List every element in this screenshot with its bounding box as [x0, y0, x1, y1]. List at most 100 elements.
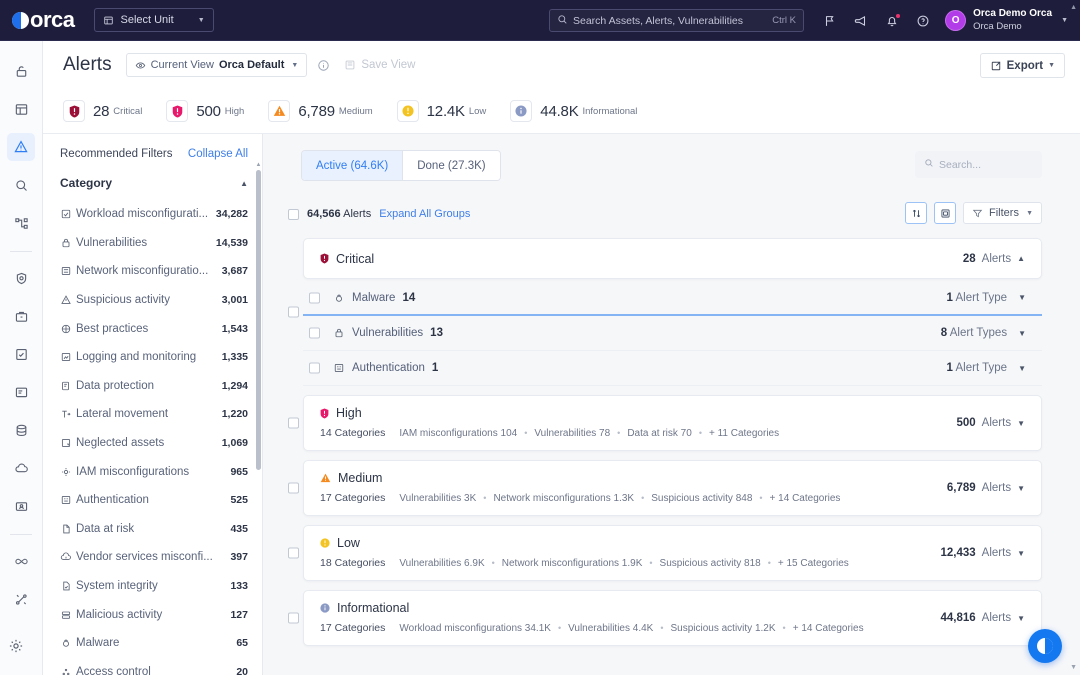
- sidebar-item-compliance[interactable]: [7, 340, 35, 368]
- category-filter-row[interactable]: Access control 20: [43, 658, 262, 675]
- expand-all-groups-link[interactable]: Expand All Groups: [379, 208, 470, 220]
- category-filter-row[interactable]: Vendor services misconfi... 397: [43, 543, 262, 572]
- chevron-down-icon[interactable]: ▼: [1017, 549, 1025, 558]
- scroll-down-arrow[interactable]: ▼: [1070, 664, 1077, 671]
- bell-icon[interactable]: [885, 13, 900, 28]
- chevron-down-icon[interactable]: ▼: [1017, 484, 1025, 493]
- megaphone-icon[interactable]: [854, 14, 868, 28]
- alert-category-row[interactable]: Malware 14 1 Alert Type ▼: [303, 281, 1042, 316]
- group-checkbox[interactable]: [288, 547, 299, 559]
- sidebar-item-reports[interactable]: [7, 378, 35, 406]
- chevron-up-icon[interactable]: ▲: [1017, 254, 1025, 263]
- severity-chip-low[interactable]: 12.4K Low: [396, 100, 501, 122]
- group-chip[interactable]: + 14 Categories: [793, 623, 864, 634]
- category-filter-row[interactable]: Lateral movement 1,220: [43, 400, 262, 429]
- group-chip[interactable]: Suspicious activity 1.2K: [670, 623, 775, 634]
- category-filter-row[interactable]: Network misconfiguratio... 3,687: [43, 257, 262, 286]
- sidebar-item-unlock[interactable]: [7, 57, 35, 85]
- select-unit-dropdown[interactable]: Select Unit ▼: [94, 8, 214, 32]
- severity-chip-critical[interactable]: 28 Critical: [63, 100, 156, 122]
- group-checkbox[interactable]: [288, 417, 299, 429]
- group-checkbox[interactable]: [288, 306, 299, 318]
- group-chip[interactable]: Vulnerabilities 6.9K: [399, 558, 484, 569]
- category-filter-row[interactable]: System integrity 133: [43, 572, 262, 601]
- row-checkbox[interactable]: [309, 327, 320, 339]
- group-card-critical[interactable]: Critical 28 Alerts ▲: [303, 238, 1042, 279]
- category-filter-row[interactable]: Best practices 1,543: [43, 314, 262, 343]
- group-chip[interactable]: IAM misconfigurations 104: [399, 428, 517, 439]
- group-checkbox[interactable]: [288, 612, 299, 624]
- group-chip[interactable]: Data at risk 70: [627, 428, 691, 439]
- sidebar-item-cloud[interactable]: [7, 454, 35, 482]
- export-button[interactable]: Export ▼: [979, 53, 1065, 78]
- chevron-down-icon[interactable]: ▼: [1018, 329, 1026, 338]
- global-search-input[interactable]: Search Assets, Alerts, Vulnerabilities C…: [549, 9, 804, 32]
- category-filter-row[interactable]: Malware 65: [43, 629, 262, 658]
- sidebar-item-devops[interactable]: [7, 547, 35, 575]
- current-view-dropdown[interactable]: Current View Orca Default ▼: [125, 53, 308, 77]
- category-filter-row[interactable]: Authentication 525: [43, 486, 262, 515]
- scroll-up-arrow[interactable]: ▲: [1070, 4, 1077, 11]
- alerts-search-input[interactable]: Search...: [915, 151, 1042, 178]
- group-chip[interactable]: Network misconfigurations 1.9K: [502, 558, 643, 569]
- select-all-checkbox[interactable]: [288, 208, 299, 220]
- group-card-high[interactable]: High 14 Categories IAM misconfigurations 1…: [303, 395, 1042, 451]
- sort-button[interactable]: [905, 202, 927, 224]
- sidebar-item-settings[interactable]: [8, 638, 24, 659]
- layout-button[interactable]: [934, 202, 956, 224]
- group-card-medium[interactable]: Medium 17 Categories Vulnerabilities 3K • Ne…: [303, 460, 1042, 516]
- category-filter-row[interactable]: Logging and monitoring 1,335: [43, 343, 262, 372]
- orca-logo[interactable]: orca: [12, 9, 75, 31]
- group-chip[interactable]: + 14 Categories: [770, 493, 841, 504]
- sidebar-item-alerts[interactable]: [7, 133, 35, 161]
- category-filter-row[interactable]: Vulnerabilities 14,539: [43, 229, 262, 258]
- filters-dropdown[interactable]: Filters ▼: [963, 202, 1042, 224]
- flag-icon[interactable]: [823, 14, 837, 28]
- group-header[interactable]: Critical 28 Alerts ▲: [304, 239, 1041, 278]
- collapse-all-link[interactable]: Collapse All: [188, 148, 248, 160]
- group-chip[interactable]: Vulnerabilities 4.4K: [568, 623, 653, 634]
- tab-active[interactable]: Active (64.6K): [302, 151, 403, 180]
- group-chip[interactable]: Suspicious activity 848: [651, 493, 752, 504]
- group-card-low[interactable]: Low 18 Categories Vulnerabilities 6.9K • Net…: [303, 525, 1042, 581]
- category-filter-row[interactable]: Neglected assets 1,069: [43, 429, 262, 458]
- filters-panel-scrollbar[interactable]: [256, 170, 261, 470]
- group-card-informational[interactable]: Informational 17 Categories Workload misco…: [303, 590, 1042, 646]
- row-checkbox[interactable]: [309, 292, 320, 303]
- group-chip[interactable]: Suspicious activity 818: [660, 558, 761, 569]
- orca-chat-button[interactable]: [1028, 629, 1062, 663]
- chevron-down-icon[interactable]: ▼: [1018, 293, 1026, 302]
- category-filter-row[interactable]: IAM misconfigurations 965: [43, 457, 262, 486]
- group-chip[interactable]: Vulnerabilities 78: [534, 428, 610, 439]
- category-section-header[interactable]: Category ▲: [43, 168, 262, 200]
- category-filter-row[interactable]: Data at risk 435: [43, 515, 262, 544]
- category-filter-row[interactable]: Malicious activity 127: [43, 600, 262, 629]
- chevron-down-icon[interactable]: ▼: [1017, 419, 1025, 428]
- chevron-down-icon[interactable]: ▼: [1017, 614, 1025, 623]
- sidebar-item-identity[interactable]: [7, 492, 35, 520]
- sidebar-item-assets[interactable]: [7, 302, 35, 330]
- group-chip[interactable]: Workload misconfigurations 34.1K: [399, 623, 551, 634]
- chevron-down-icon[interactable]: ▼: [1018, 364, 1026, 373]
- group-chip[interactable]: + 11 Categories: [709, 428, 779, 439]
- severity-chip-high[interactable]: 500 High: [166, 100, 258, 122]
- sidebar-item-data[interactable]: [7, 416, 35, 444]
- user-menu[interactable]: O Orca Demo Orca Orca Demo ▼: [945, 0, 1068, 41]
- help-icon[interactable]: [916, 14, 930, 28]
- sidebar-item-search[interactable]: [7, 171, 35, 199]
- panel-scroll-up-arrow[interactable]: ▲: [255, 162, 262, 168]
- row-checkbox[interactable]: [309, 362, 320, 374]
- sidebar-item-threats[interactable]: [7, 264, 35, 292]
- category-filter-row[interactable]: Workload misconfigurati... 34,282: [43, 200, 262, 229]
- alert-category-row[interactable]: Vulnerabilities 13 8 Alert Types ▼: [303, 316, 1042, 351]
- sidebar-item-pipeline[interactable]: [7, 585, 35, 613]
- sidebar-item-dashboard[interactable]: [7, 95, 35, 123]
- sidebar-item-network[interactable]: [7, 209, 35, 237]
- group-chip[interactable]: Vulnerabilities 3K: [399, 493, 476, 504]
- info-icon[interactable]: [317, 59, 330, 72]
- category-filter-row[interactable]: Data protection 1,294: [43, 372, 262, 401]
- group-chip[interactable]: Network misconfigurations 1.3K: [493, 493, 634, 504]
- alert-category-row[interactable]: Authentication 1 1 Alert Type ▼: [303, 351, 1042, 386]
- severity-chip-informational[interactable]: 44.8K Informational: [510, 100, 651, 122]
- tab-done[interactable]: Done (27.3K): [402, 151, 500, 180]
